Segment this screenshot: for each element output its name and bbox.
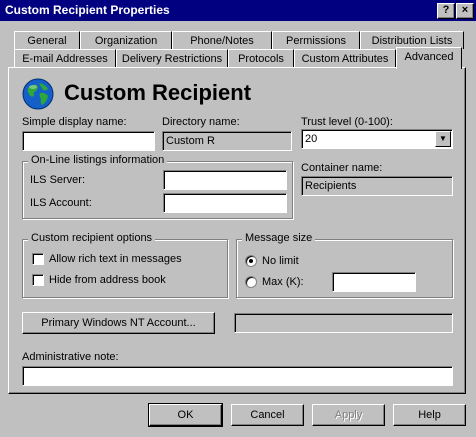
window-title: Custom Recipient Properties (5, 3, 170, 17)
tab-email-addresses[interactable]: E-mail Addresses (14, 49, 116, 67)
hide-address-book-label[interactable]: Hide from address book (49, 274, 166, 286)
title-bar: Custom Recipient Properties (0, 0, 476, 21)
max-label[interactable]: Max (K): (262, 276, 304, 288)
tab-delivery-restrictions[interactable]: Delivery Restrictions (116, 49, 228, 67)
message-size-legend: Message size (242, 232, 316, 244)
question-mark-icon: ? (442, 4, 450, 16)
ils-server-input[interactable] (163, 170, 287, 190)
container-name-field: Recipients (301, 176, 453, 196)
admin-note-label: Administrative note: (22, 351, 119, 363)
allow-rich-text-label[interactable]: Allow rich text in messages (49, 253, 182, 265)
apply-button[interactable]: Apply (312, 404, 385, 426)
help-title-button[interactable]: ? (437, 3, 455, 19)
directory-name-label: Directory name: (162, 116, 240, 128)
container-name-label: Container name: (301, 162, 383, 174)
recipient-options-legend: Custom recipient options (28, 232, 156, 244)
simple-display-name-label: Simple display name: (22, 116, 127, 128)
nt-account-field (234, 313, 453, 333)
close-title-button[interactable]: × (456, 3, 474, 19)
close-icon: × (461, 4, 469, 16)
help-button[interactable]: Help (393, 404, 466, 426)
no-limit-radio[interactable] (245, 255, 257, 267)
globe-icon (22, 78, 54, 110)
recipient-options-group (22, 239, 228, 298)
ils-account-label: ILS Account: (30, 197, 92, 209)
no-limit-label[interactable]: No limit (262, 255, 299, 267)
simple-display-name-input[interactable] (22, 131, 155, 151)
cancel-button[interactable]: Cancel (231, 404, 304, 426)
online-listings-legend: On-Line listings information (28, 154, 168, 166)
directory-name-field: Custom R (162, 131, 292, 151)
primary-nt-account-button[interactable]: Primary Windows NT Account... (22, 312, 215, 334)
tab-phone-notes[interactable]: Phone/Notes (172, 31, 272, 49)
trust-level-value: 20 (305, 133, 318, 145)
allow-rich-text-checkbox[interactable] (32, 253, 44, 265)
tab-general[interactable]: General (14, 31, 80, 49)
ok-button[interactable]: OK (148, 403, 223, 427)
tab-permissions[interactable]: Permissions (272, 31, 360, 49)
admin-note-input[interactable] (22, 366, 453, 386)
max-radio[interactable] (245, 276, 257, 288)
trust-level-select[interactable]: 20 (301, 129, 453, 149)
tab-organization[interactable]: Organization (80, 31, 172, 49)
max-size-input[interactable] (332, 272, 416, 292)
page-title: Custom Recipient (64, 80, 252, 105)
tab-advanced[interactable]: Advanced (396, 47, 462, 69)
hide-address-book-checkbox[interactable] (32, 274, 44, 286)
chevron-down-icon[interactable]: ▼ (435, 131, 451, 147)
ils-server-label: ILS Server: (30, 174, 86, 186)
trust-level-label: Trust level (0-100): (301, 116, 393, 128)
ils-account-input[interactable] (163, 193, 287, 213)
tab-protocols[interactable]: Protocols (228, 49, 294, 67)
tab-custom-attributes[interactable]: Custom Attributes (294, 49, 396, 67)
